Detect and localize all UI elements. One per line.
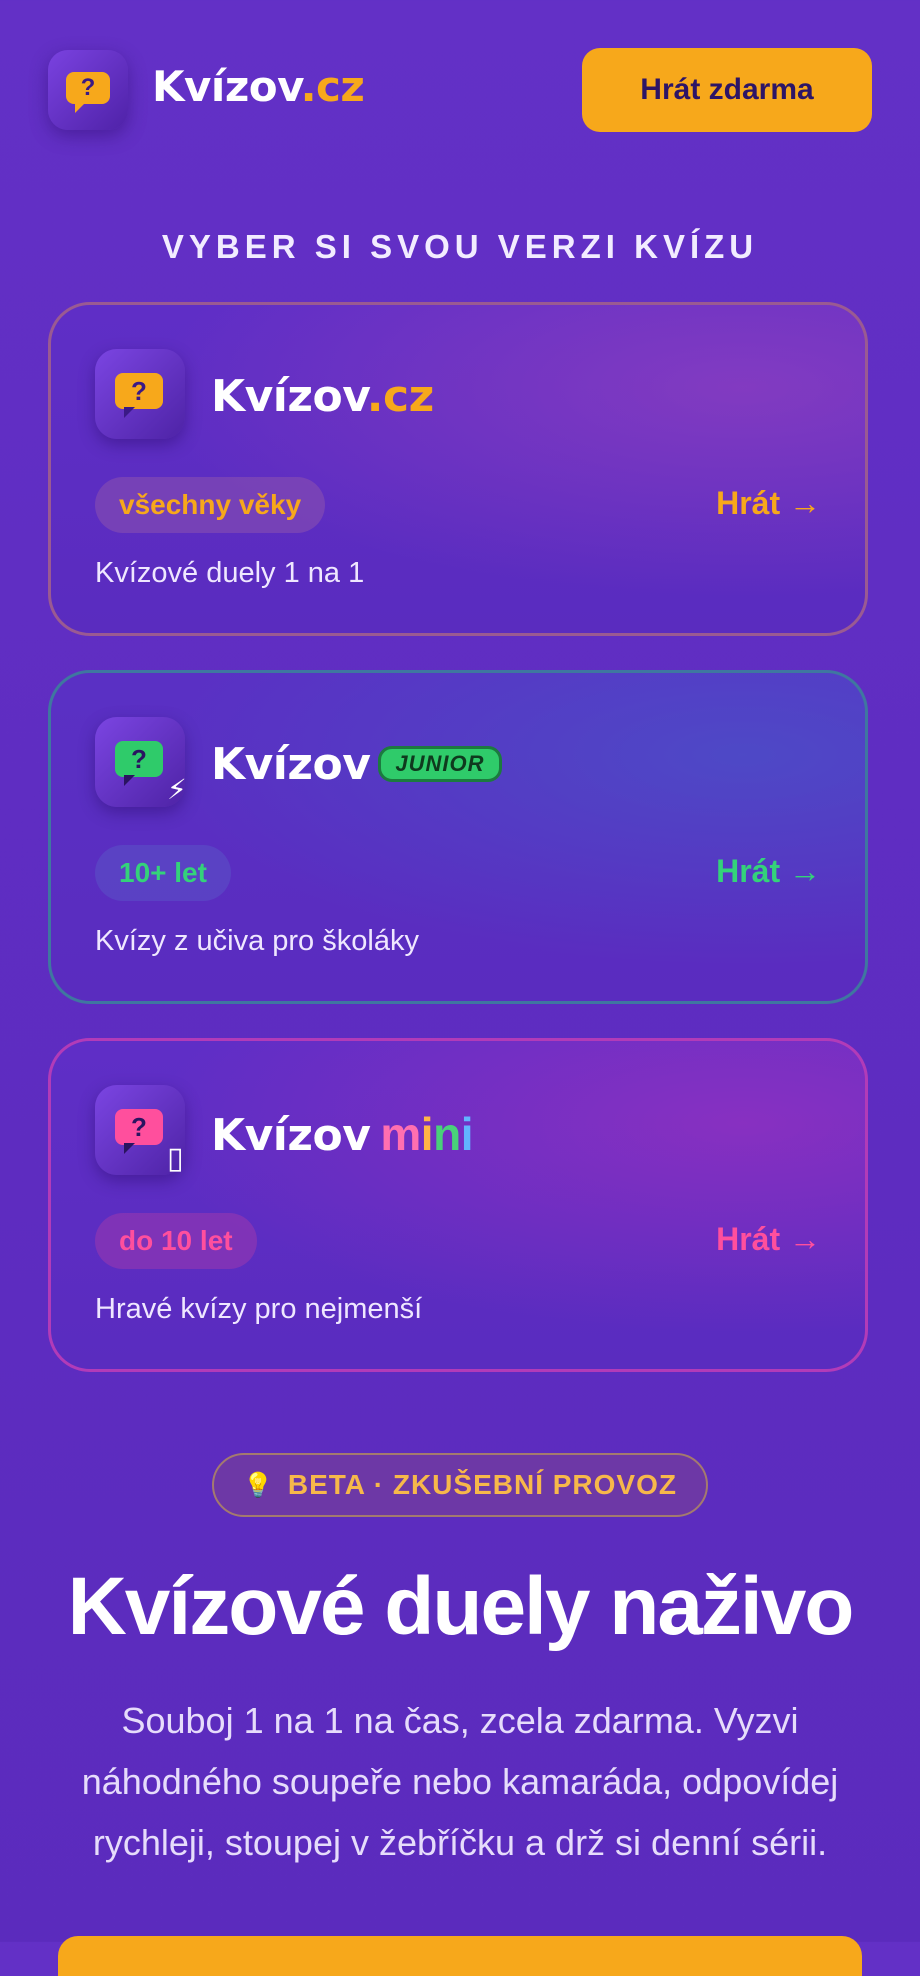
question-bubble-icon: ? (115, 373, 163, 418)
section-title: VYBER SI SVOU VERZI KVÍZU (161, 228, 759, 265)
card-title: Kvízov mini (211, 1107, 473, 1161)
card-title-tld: .cz (366, 371, 434, 422)
card-title-name: Kvízov (211, 371, 367, 422)
mini-letter: i (460, 1108, 474, 1160)
card-description: Kvízy z učiva pro školáky (95, 925, 419, 957)
play-link[interactable]: Hrát → (716, 853, 821, 890)
age-badge: 10+ let (95, 845, 231, 901)
card-title-name: Kvízov (211, 1110, 371, 1161)
play-free-button[interactable]: Hrát zdarma (582, 48, 872, 132)
primary-cta-button[interactable] (58, 1936, 862, 1976)
bulb-icon: 💡 (242, 1471, 274, 1499)
logo-icon[interactable]: ? (48, 50, 128, 130)
placeholder-glyph-icon: ▯ (167, 1142, 184, 1175)
brand-logo[interactable]: Kvízov.cz (152, 62, 365, 111)
kvizov-mini-app-icon: ? ▯ (95, 1085, 185, 1175)
card-title: Kvízov.cz (211, 371, 434, 422)
quiz-card-kvizov-junior[interactable]: ? ⚡ Kvízov JUNIOR 10+ let Hrát → Kvízy z … (48, 670, 868, 1004)
card-title-name: Kvízov (211, 739, 371, 790)
mini-letter: m (380, 1108, 421, 1160)
brand-name: Kvízov (152, 62, 301, 111)
question-bubble-icon: ? (115, 741, 163, 786)
beta-label: BETA · ZKUŠEBNÍ PROVOZ (287, 1469, 677, 1500)
beta-badge: 💡 BETA · ZKUŠEBNÍ PROVOZ (212, 1453, 708, 1517)
age-badge: do 10 let (95, 1213, 257, 1269)
mini-letter: i (420, 1108, 434, 1160)
question-bubble-icon: ? (66, 72, 110, 113)
question-bubble-icon: ? (115, 1109, 163, 1154)
junior-badge: JUNIOR (378, 746, 502, 782)
card-title: Kvízov JUNIOR (211, 739, 502, 790)
mini-letter: n (433, 1108, 461, 1160)
hero-lead: Souboj 1 na 1 na čas, zcela zdarma. Vyzv… (81, 1700, 839, 1863)
card-description: Kvízové duely 1 na 1 (95, 557, 365, 589)
mini-wordmark: mini (380, 1108, 473, 1160)
kvizov-junior-app-icon: ? ⚡ (95, 717, 187, 807)
quiz-card-kvizov-cz[interactable]: ? Kvízov.cz všechny věky Hrát → Kvízové … (48, 302, 868, 636)
play-link[interactable]: Hrát → (716, 485, 821, 522)
quiz-card-kvizov-mini[interactable]: ? ▯ Kvízov mini do 10 let Hrát → Hravé kv… (48, 1038, 868, 1372)
hero-title: Kvízové duely naživo (67, 1561, 855, 1652)
age-badge: všechny věky (95, 477, 326, 533)
play-link[interactable]: Hrát → (716, 1221, 821, 1258)
lightning-icon: ⚡ (167, 774, 187, 805)
card-description: Hravé kvízy pro nejmenší (95, 1293, 423, 1325)
brand-tld: .cz (300, 62, 365, 111)
kvizov-app-icon: ? (95, 349, 185, 439)
site-header: ? Kvízov.cz Hrát zdarma (48, 48, 872, 132)
